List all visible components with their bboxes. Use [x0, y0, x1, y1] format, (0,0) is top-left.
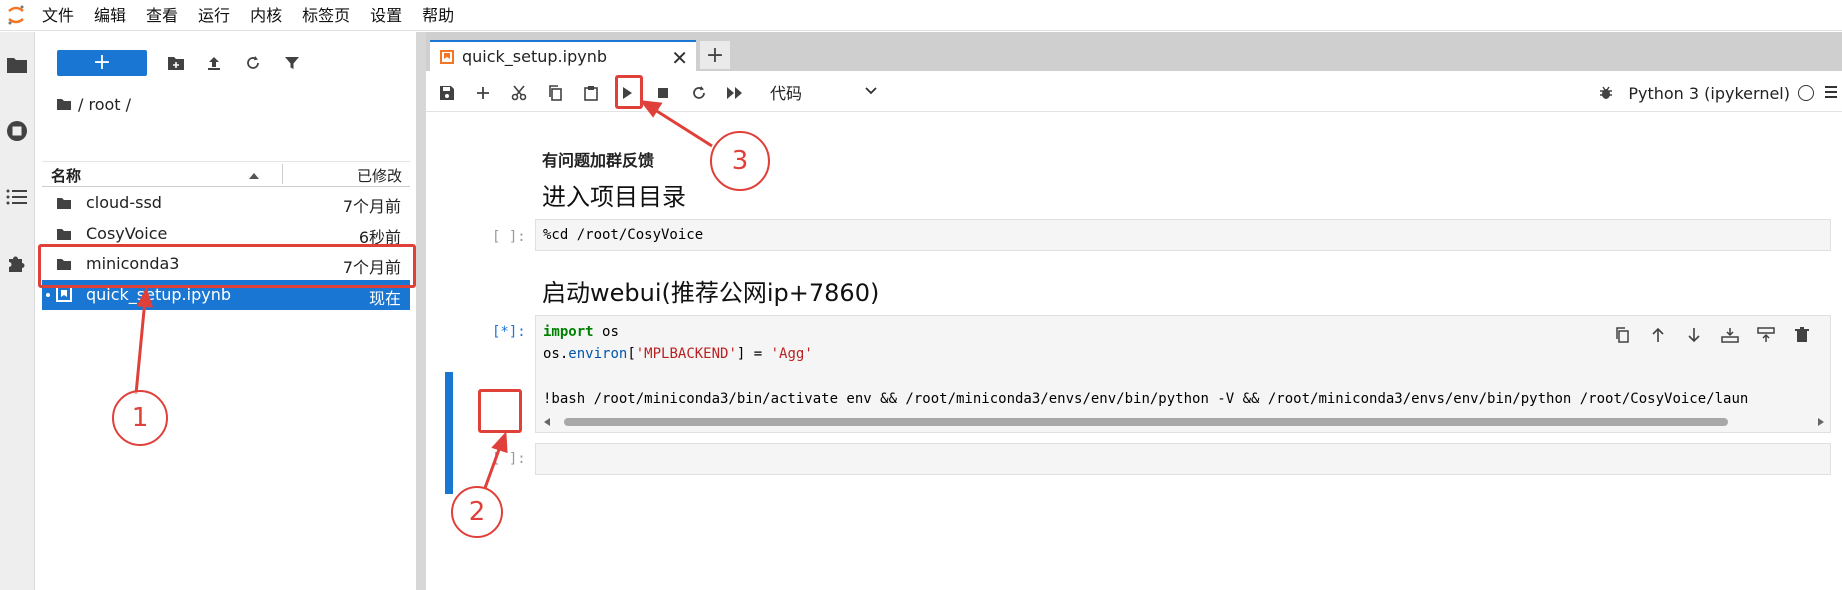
panel-splitter[interactable] [416, 32, 426, 590]
code-cell-webui[interactable]: import os os.environ['MPLBACKEND'] = 'Ag… [535, 315, 1831, 433]
column-modified-header[interactable]: 已修改 [357, 165, 402, 186]
scroll-right-icon[interactable] [1816, 417, 1826, 427]
code-cell-cd[interactable]: %cd /root/CosyVoice [535, 219, 1831, 251]
running-icon[interactable] [4, 118, 30, 144]
insert-above-icon[interactable] [1712, 324, 1748, 346]
move-up-icon[interactable] [1640, 324, 1676, 346]
kernel-status-icon [1798, 85, 1814, 101]
code-line: !bash /root/miniconda3/bin/activate env … [543, 391, 1749, 407]
add-cell-icon[interactable] [470, 80, 496, 106]
delete-cell-icon[interactable] [1784, 324, 1820, 346]
menu-view[interactable]: 查看 [136, 0, 188, 31]
extension-icon[interactable] [4, 250, 30, 276]
annotation-marker-1: 1 [112, 390, 168, 446]
restart-run-all-icon[interactable] [722, 80, 748, 106]
file-modified: 7个月前 [342, 197, 401, 216]
code-token: 'Agg' [770, 346, 813, 362]
duplicate-cell-icon[interactable] [1604, 324, 1640, 346]
debugger-icon[interactable] [1598, 85, 1614, 101]
code-line: os.environ['MPLBACKEND'] = 'Agg' [543, 346, 813, 362]
filter-icon[interactable] [280, 51, 304, 75]
kernel-name[interactable]: Python 3 (ipykernel) [1628, 84, 1790, 103]
column-name-header[interactable]: 名称 [51, 165, 81, 186]
horizontal-scrollbar[interactable] [542, 416, 1826, 428]
menu-settings[interactable]: 设置 [360, 0, 412, 31]
heading-enter-project-dir: 进入项目目录 [542, 183, 686, 211]
cell-type-dropdown[interactable]: 代码 [768, 80, 880, 104]
tab-bar: quick_setup.ipynb ✕ + [426, 32, 1842, 71]
menu-tabs[interactable]: 标签页 [292, 0, 360, 31]
upload-icon[interactable] [202, 51, 226, 75]
file-name: cloud-ssd [86, 193, 162, 212]
tab-quick-setup[interactable]: quick_setup.ipynb ✕ [430, 40, 696, 71]
kernel-indicator[interactable]: Python 3 (ipykernel) [1598, 80, 1838, 106]
new-tab-button[interactable]: + [700, 41, 730, 69]
code-token: os [602, 324, 619, 340]
move-down-icon[interactable] [1676, 324, 1712, 346]
file-modified: 现在 [368, 288, 401, 308]
folder-icon[interactable] [4, 52, 30, 78]
code-line: %cd /root/CosyVoice [543, 227, 704, 243]
menu-run[interactable]: 运行 [188, 0, 240, 31]
breadcrumb-path[interactable]: / root / [78, 95, 131, 114]
heading-start-webui: 启动webui(推荐公网ip+7860) [542, 279, 880, 307]
folder-icon [56, 226, 72, 245]
notebook-panel: 有问题加群反馈 进入项目目录 [ ]: %cd /root/CosyVoice … [426, 113, 1842, 590]
new-launcher-button[interactable]: + [57, 50, 147, 76]
scroll-left-icon[interactable] [542, 417, 552, 427]
file-browser: + / root / 名称 已修改 cloud-ssd 7个月前 CosyVoi… [36, 32, 416, 590]
breadcrumb[interactable]: / root / [56, 92, 131, 116]
menu-edit[interactable]: 编辑 [84, 0, 136, 31]
copy-icon[interactable] [542, 80, 568, 106]
menubar: 文件 编辑 查看 运行 内核 标签页 设置 帮助 [0, 0, 1842, 31]
menu-icon[interactable] [1824, 84, 1838, 103]
annotation-box-file [38, 244, 416, 288]
markdown-feedback-note: 有问题加群反馈 [542, 151, 655, 170]
jupyter-logo-icon [0, 0, 32, 31]
cell-prompt: [ ]: [492, 229, 526, 245]
annotation-marker-3: 3 [710, 131, 770, 191]
breadcrumb-folder-icon [57, 98, 71, 110]
cut-icon[interactable] [506, 80, 532, 106]
menu-kernel[interactable]: 内核 [240, 0, 292, 31]
chevron-down-icon [864, 82, 878, 101]
refresh-icon[interactable] [241, 51, 265, 75]
notebook-icon [440, 49, 454, 64]
folder-icon [56, 195, 72, 214]
file-list-header: 名称 已修改 [42, 161, 410, 187]
column-divider [282, 164, 283, 184]
activity-bar [0, 32, 35, 590]
annotation-marker-2: 2 [451, 486, 503, 538]
file-row-cloud-ssd[interactable]: cloud-ssd 7个月前 [42, 188, 410, 219]
tab-label: quick_setup.ipynb [462, 47, 608, 66]
toc-icon[interactable] [4, 184, 30, 210]
code-cell-empty[interactable] [535, 443, 1831, 475]
scrollbar-thumb[interactable] [564, 418, 1728, 426]
close-icon[interactable]: ✕ [671, 46, 688, 70]
cell-prompt: [ ]: [492, 451, 526, 467]
cell-type-value: 代码 [770, 84, 803, 103]
active-cell-indicator [445, 372, 453, 494]
menu-help[interactable]: 帮助 [412, 0, 464, 31]
cell-prompt-running: [*]: [492, 324, 526, 340]
interrupt-kernel-icon[interactable] [650, 80, 676, 106]
file-browser-toolbar: + [36, 46, 416, 80]
restart-kernel-icon[interactable] [686, 80, 712, 106]
menu-file[interactable]: 文件 [32, 0, 84, 31]
paste-icon[interactable] [578, 80, 604, 106]
running-dot [46, 292, 50, 297]
annotation-box-run [615, 75, 643, 109]
file-name: CosyVoice [86, 223, 168, 243]
code-token: 'MPLBACKEND' [635, 346, 737, 362]
code-line: import os [543, 324, 619, 340]
notebook-icon [56, 285, 72, 306]
cell-toolbar [1604, 324, 1820, 346]
insert-below-icon[interactable] [1748, 324, 1784, 346]
sort-ascending-icon[interactable] [248, 166, 260, 184]
annotation-box-prompt [478, 389, 522, 433]
new-folder-icon[interactable] [164, 51, 188, 75]
save-icon[interactable] [434, 80, 460, 106]
